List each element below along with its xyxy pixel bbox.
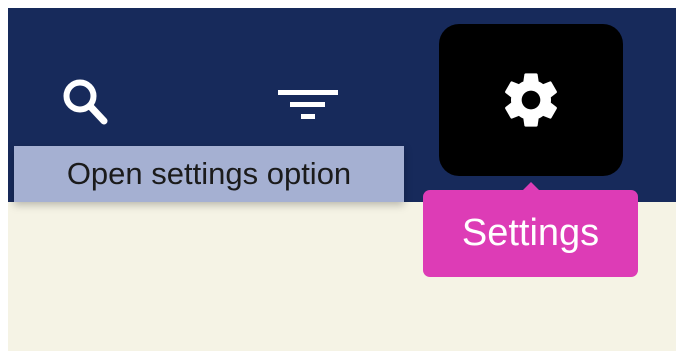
search-icon — [63, 79, 108, 125]
tooltip-arrow — [523, 182, 539, 190]
app-frame: Open settings option Settings — [8, 8, 676, 351]
settings-tooltip-label: Settings — [461, 212, 600, 254]
search-button[interactable] — [48, 62, 128, 142]
settings-hint-tooltip: Open settings option — [14, 146, 404, 202]
filter-icon — [278, 90, 338, 119]
settings-tooltip: Settings — [423, 182, 638, 277]
settings-button[interactable] — [439, 24, 623, 176]
gear-icon — [505, 73, 557, 127]
filter-button[interactable] — [268, 62, 348, 142]
